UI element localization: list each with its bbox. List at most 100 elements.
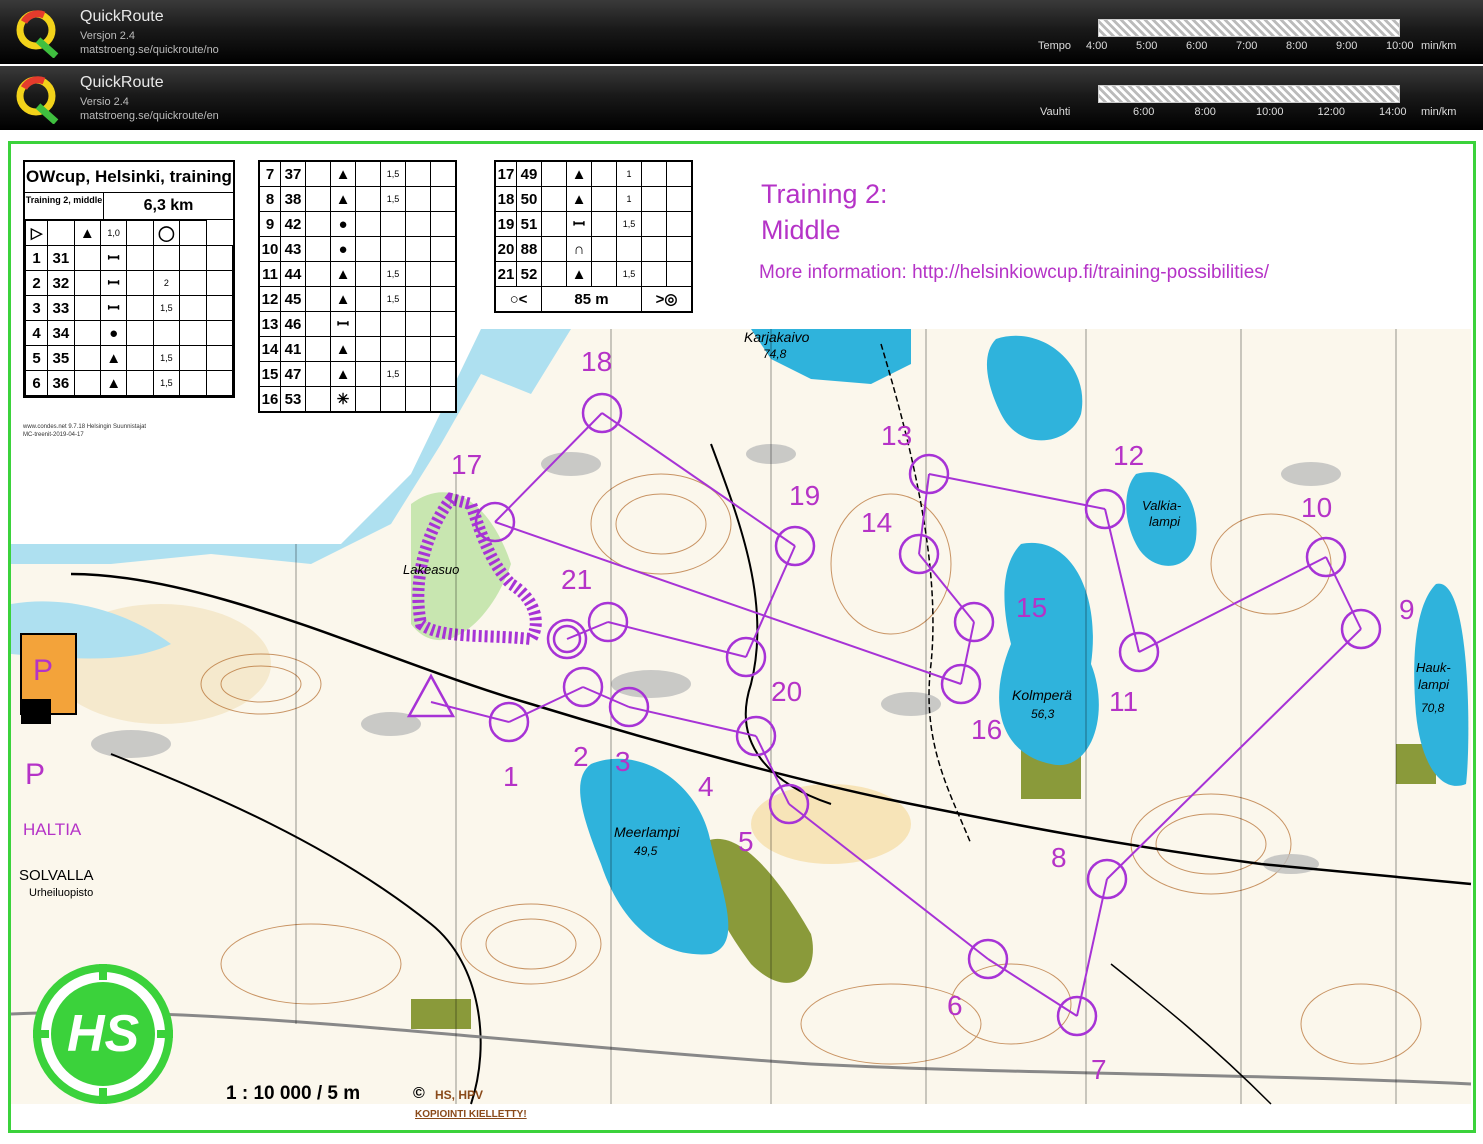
pace-tick: 9:00 — [1336, 40, 1358, 52]
label-lakeasuo: Lakeasuo — [403, 562, 460, 577]
control-symbol-icon: ▲ — [330, 286, 356, 312]
pace-tick: 8:00 — [1286, 40, 1308, 52]
control-code: 36 — [47, 370, 75, 396]
control-number: 19 — [494, 211, 517, 237]
description-cell — [430, 361, 457, 387]
course-number: 18 — [581, 346, 613, 377]
description-cell — [305, 236, 331, 262]
control-symbol-icon: ▲ — [330, 361, 356, 387]
course-number: 7 — [1091, 1054, 1107, 1085]
building — [21, 699, 51, 724]
course-number: 10 — [1301, 492, 1333, 523]
control-dimension: 1,5 — [616, 211, 642, 237]
course-number: 1 — [503, 761, 519, 792]
control-dimension: 1,5 — [380, 160, 406, 187]
course-number: 19 — [789, 480, 821, 511]
control-descriptions-3: 17 49 ▲ 1 18 50 ▲ 1 19 51 ꟷ 1,5 20 88 ∩ 21 52 ▲ 1,5 ○< 85 m >… — [494, 160, 693, 313]
pace-tick: 8:00 — [1194, 106, 1216, 118]
pace-tick: 6:00 — [1133, 106, 1155, 118]
pace-tick: 7:00 — [1236, 40, 1258, 52]
credit2: MC-treenit-2019-04-17 — [23, 432, 84, 438]
control-code: 53 — [280, 386, 306, 413]
control-symbol-icon: ● — [330, 211, 356, 237]
control-dimension: 2 — [152, 270, 181, 296]
control-circle-icon: ◯ — [152, 220, 181, 246]
label-karjakaivo-height: 74,8 — [763, 347, 787, 361]
control-circle-icon — [405, 361, 431, 387]
control-dimension — [616, 236, 642, 262]
description-cell — [305, 361, 331, 387]
control-circle-icon — [641, 211, 667, 237]
copyright-icon: © — [413, 1085, 425, 1102]
pace-scale-strip — [1098, 85, 1400, 103]
pace-tick: 14:00 — [1379, 106, 1407, 118]
finish-distance: 85 m — [541, 286, 642, 313]
description-cell — [666, 160, 693, 187]
control-symbol-icon: ▲ — [330, 160, 356, 187]
quickroute-header-en: QuickRoute Versio 2.4 matstroeng.se/quic… — [0, 66, 1483, 130]
course-number: 13 — [881, 420, 913, 451]
description-cell — [126, 345, 154, 371]
control-dimension: 1,5 — [380, 286, 406, 312]
control-code: 42 — [280, 211, 306, 237]
control-circle-icon — [405, 286, 431, 312]
control-number: 16 — [258, 386, 281, 413]
pace-tick: 5:00 — [1136, 40, 1158, 52]
label-urheiluopisto: Urheiluopisto — [29, 887, 94, 899]
control-circle-icon — [179, 345, 207, 371]
control-circle — [1086, 858, 1128, 900]
control-number: 4 — [24, 320, 49, 346]
description-cell — [666, 186, 693, 212]
description-cell — [430, 311, 457, 337]
description-cell — [305, 336, 331, 362]
control-circle-icon — [405, 386, 431, 413]
credit1: www.condes.net 9.7.18 Helsingin Suunnist… — [23, 424, 147, 430]
control-symbol-icon: ꟷ — [566, 211, 592, 237]
control-descriptions-1: ▷ ▲ 1,0 ◯ 1 31 ꟷ 2 32 ꟷ 2 3 33 ꟷ 1,5 4 34 ● 5 35 ▲ 1,5 6 36 ▲ 1,5 — [24, 220, 234, 396]
control-circle — [608, 686, 650, 728]
label-haltia: HALTIA — [23, 820, 82, 839]
control-circle-icon — [405, 186, 431, 212]
course-number: 15 — [1016, 592, 1048, 623]
control-circle — [735, 715, 777, 757]
control-dimension: 1,5 — [380, 186, 406, 212]
control-circle — [953, 601, 995, 643]
control-circle-icon — [405, 160, 431, 187]
description-cell — [73, 320, 101, 346]
description-cell — [355, 311, 381, 337]
scale-label: Tempo — [1038, 40, 1072, 52]
info-line3: More information: http://helsinkiowcup.f… — [759, 262, 1270, 283]
control-circle — [1118, 631, 1160, 673]
control-circle — [1340, 608, 1382, 650]
app-version: Versio 2.4 — [80, 96, 129, 108]
control-number: 12 — [258, 286, 281, 312]
control-symbol-icon: ● — [330, 236, 356, 262]
control-code: 35 — [47, 345, 75, 371]
course-number: 3 — [615, 746, 631, 777]
control-circle — [581, 392, 623, 434]
control-dimension — [380, 386, 406, 413]
control-code: 34 — [47, 320, 75, 346]
control-circle-icon — [641, 160, 667, 187]
app-version: Versjon 2.4 — [80, 30, 136, 42]
course-title-block: OWcup, Helsinki, training Training 2, mi… — [23, 160, 235, 398]
info-line2: Middle — [761, 215, 841, 245]
label-hauk-height: 70,8 — [1421, 701, 1445, 715]
control-code: 43 — [280, 236, 306, 262]
description-cell — [205, 295, 234, 321]
control-circle — [967, 938, 1009, 980]
label-meerlampi-height: 49,5 — [634, 844, 658, 858]
description-cell — [541, 236, 567, 262]
label-solvalla: SOLVALLA — [19, 867, 94, 884]
control-dimension: 1,5 — [616, 261, 642, 287]
control-number: 10 — [258, 236, 281, 262]
description-cell — [591, 160, 617, 187]
control-dimension: 1 — [616, 160, 642, 187]
orienteering-map[interactable]: HS 1 2 3 4 5 6 7 8 9 10 11 12 13 14 15 16 17 18 19 20 21 Kar… — [8, 141, 1476, 1133]
control-dimension: 1,5 — [380, 361, 406, 387]
description-cell — [305, 211, 331, 237]
course-number: 8 — [1051, 842, 1067, 873]
control-number: 20 — [494, 236, 517, 262]
control-dimension — [380, 236, 406, 262]
control-dimension: 1,5 — [152, 370, 181, 396]
